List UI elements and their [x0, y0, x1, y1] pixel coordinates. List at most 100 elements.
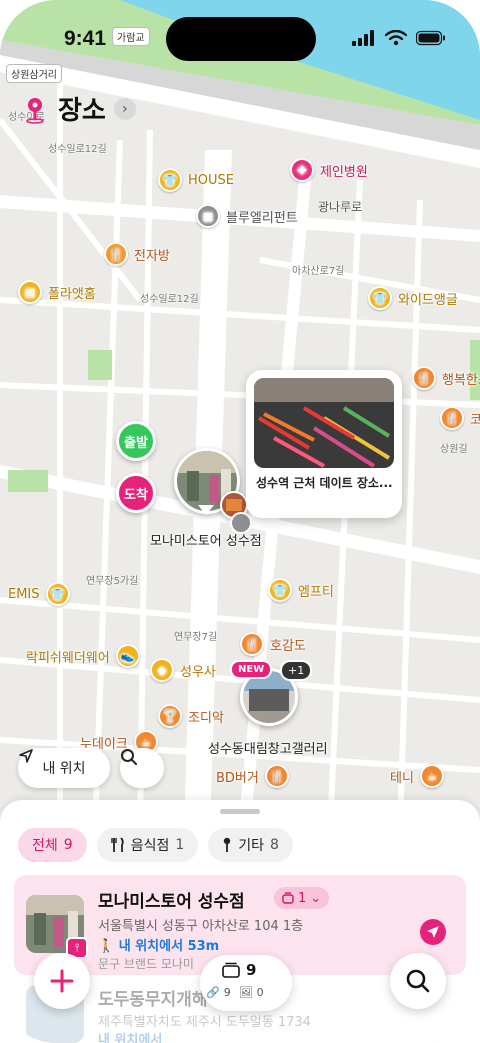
shirt-icon: 👕: [158, 168, 182, 192]
shirt-icon: 👕: [45, 582, 70, 606]
poi-label: 조디악: [188, 710, 224, 726]
battery-icon: [416, 30, 445, 46]
collection-summary-button[interactable]: 9 🔗 9 🖼 0: [200, 955, 292, 1011]
road-label: 성수일로12길: [48, 144, 107, 155]
road-label: 성수일로12길: [140, 294, 199, 305]
chip-count: 9: [63, 837, 73, 853]
road-label: 광나루로: [318, 200, 363, 214]
food-icon: 🍴: [240, 632, 264, 656]
poi-hogamdo[interactable]: 🍴 호감도: [240, 632, 306, 656]
map-search-button[interactable]: [120, 748, 164, 788]
pin-label-2: 성수동대림창고갤러리: [208, 742, 328, 757]
collection-summary-bottom: 🔗 9 🖼 0: [206, 986, 264, 999]
collection-count-pill[interactable]: 1 ⌄: [274, 887, 330, 909]
my-location-button[interactable]: 내 위치: [18, 748, 110, 788]
chip-label: 전체: [32, 838, 58, 854]
poi-wide-angle[interactable]: 👕 와이드앵글: [368, 286, 458, 310]
poi-hospital[interactable]: ✚ 제인병원: [290, 158, 368, 182]
collection-icon: [222, 962, 240, 978]
chip-label: 음식점: [130, 838, 170, 854]
place-address: 서울특별시 성동구 아차산로 104 1층: [98, 919, 304, 934]
road-label: 상원길: [440, 444, 468, 455]
chevron-right-icon[interactable]: ›: [113, 97, 136, 120]
pencils-photo-icon: [254, 378, 394, 468]
wifi-icon: [385, 30, 407, 46]
poi-emis[interactable]: 👕 EMIS: [8, 582, 70, 606]
collection-summary-top: 9: [222, 961, 256, 979]
status-bar: 9:41 가람교: [0, 0, 480, 62]
distance-text: 내 위치에서 53m: [118, 939, 220, 954]
callout-image: [254, 378, 394, 468]
poi-label: 전자방: [134, 248, 170, 264]
poi-seongusa[interactable]: ◆ 성우사: [150, 658, 216, 682]
shop-icon: ▤: [18, 280, 42, 304]
walking-icon: 🚶: [98, 939, 115, 954]
sheet-grabber[interactable]: [220, 809, 260, 814]
status-area-tag: 가람교: [112, 27, 150, 46]
poi-cozy[interactable]: 🍴 코지: [440, 406, 480, 430]
place-title: 도두동무지개해: [98, 990, 208, 1010]
road-label: 아차산로7길: [292, 266, 345, 277]
filter-chips: 전체 9 음식점 1 기타 8: [18, 828, 293, 862]
cocktail-icon: 🍸: [158, 704, 182, 728]
chip-count: 8: [270, 837, 279, 853]
collection-total: 9: [246, 961, 257, 979]
chip-all[interactable]: 전체 9: [18, 828, 87, 862]
shoe-icon: 👟: [115, 644, 140, 668]
search-button[interactable]: [390, 953, 446, 1009]
search-icon: [406, 969, 430, 993]
chip-other[interactable]: 기타 8: [208, 828, 293, 862]
poi-label: 제인병원: [320, 164, 368, 180]
count-badge: +1: [280, 660, 313, 681]
poi-label: 폴라앳홈: [48, 286, 96, 302]
area-tag: 상원삼거리: [6, 64, 62, 83]
poi-rockfish[interactable]: 👟 락피쉬웨더웨어: [26, 644, 140, 668]
place-description: 문구 브랜드 모나미: [98, 957, 194, 971]
collection-icon: [282, 892, 294, 904]
place-address: 제주특별자치도 제주시 도두일동 1734: [98, 1015, 311, 1030]
page-header[interactable]: 장소 ›: [20, 90, 136, 127]
food-icon: 🍴: [264, 764, 289, 788]
image-count: 0: [256, 986, 264, 999]
link-icon: 🔗: [206, 986, 220, 999]
status-icons: [352, 30, 446, 46]
building-icon: ▦: [196, 204, 220, 228]
collection-count: 1: [298, 890, 307, 906]
food-icon: 🍴: [440, 406, 464, 430]
search-icon: [121, 749, 137, 765]
chip-restaurant[interactable]: 음식점 1: [96, 828, 199, 862]
collection-callout[interactable]: 성수역 근처 데이트 장소...: [246, 370, 402, 518]
poi-label: 엠프티: [298, 584, 334, 600]
poi-empty[interactable]: 👕 엠프티: [268, 578, 334, 602]
food-icon: 🍴: [104, 242, 128, 266]
add-place-button[interactable]: [34, 953, 90, 1009]
poi-label: BD버거: [216, 770, 259, 786]
poi-label: 블루엘리펀트: [226, 210, 298, 226]
poi-teni[interactable]: ☕ 테니: [390, 764, 444, 788]
poi-zodiac[interactable]: 🍸 조디악: [158, 704, 224, 728]
navigate-button[interactable]: [420, 919, 446, 945]
hospital-icon: ✚: [290, 158, 314, 182]
poi-jeonjabang[interactable]: 🍴 전자방: [104, 242, 170, 266]
status-time: 9:41: [64, 27, 107, 50]
poi-haengbok[interactable]: 🍴 행복한스: [412, 366, 480, 390]
route-start-pin[interactable]: 출발: [116, 421, 156, 461]
cafe-icon: ☕: [419, 764, 444, 788]
poi-polar-home[interactable]: ▤ 폴라앳홈: [18, 280, 96, 304]
image-icon: 🖼: [238, 986, 253, 999]
poi-bd-burger[interactable]: 🍴 BD버거: [216, 764, 289, 788]
route-end-pin[interactable]: 도착: [116, 473, 156, 513]
poi-blue-elephant[interactable]: ▦ 블루엘리펀트: [196, 204, 298, 228]
poi-label: 와이드앵글: [398, 292, 458, 308]
poi-house[interactable]: 👕 HOUSE: [158, 168, 234, 192]
my-location-label: 내 위치: [42, 761, 86, 777]
poi-label: 행복한스: [442, 372, 480, 388]
shirt-icon: 👕: [368, 286, 392, 310]
new-badge: NEW: [230, 660, 273, 679]
navigate-arrow-icon: [427, 926, 439, 938]
page-title: 장소: [58, 96, 106, 126]
chip-count: 1: [175, 837, 185, 853]
plus-icon: [50, 969, 74, 993]
pin-label: 모나미스토어 성수점: [150, 534, 262, 549]
dynamic-island: [166, 17, 316, 61]
